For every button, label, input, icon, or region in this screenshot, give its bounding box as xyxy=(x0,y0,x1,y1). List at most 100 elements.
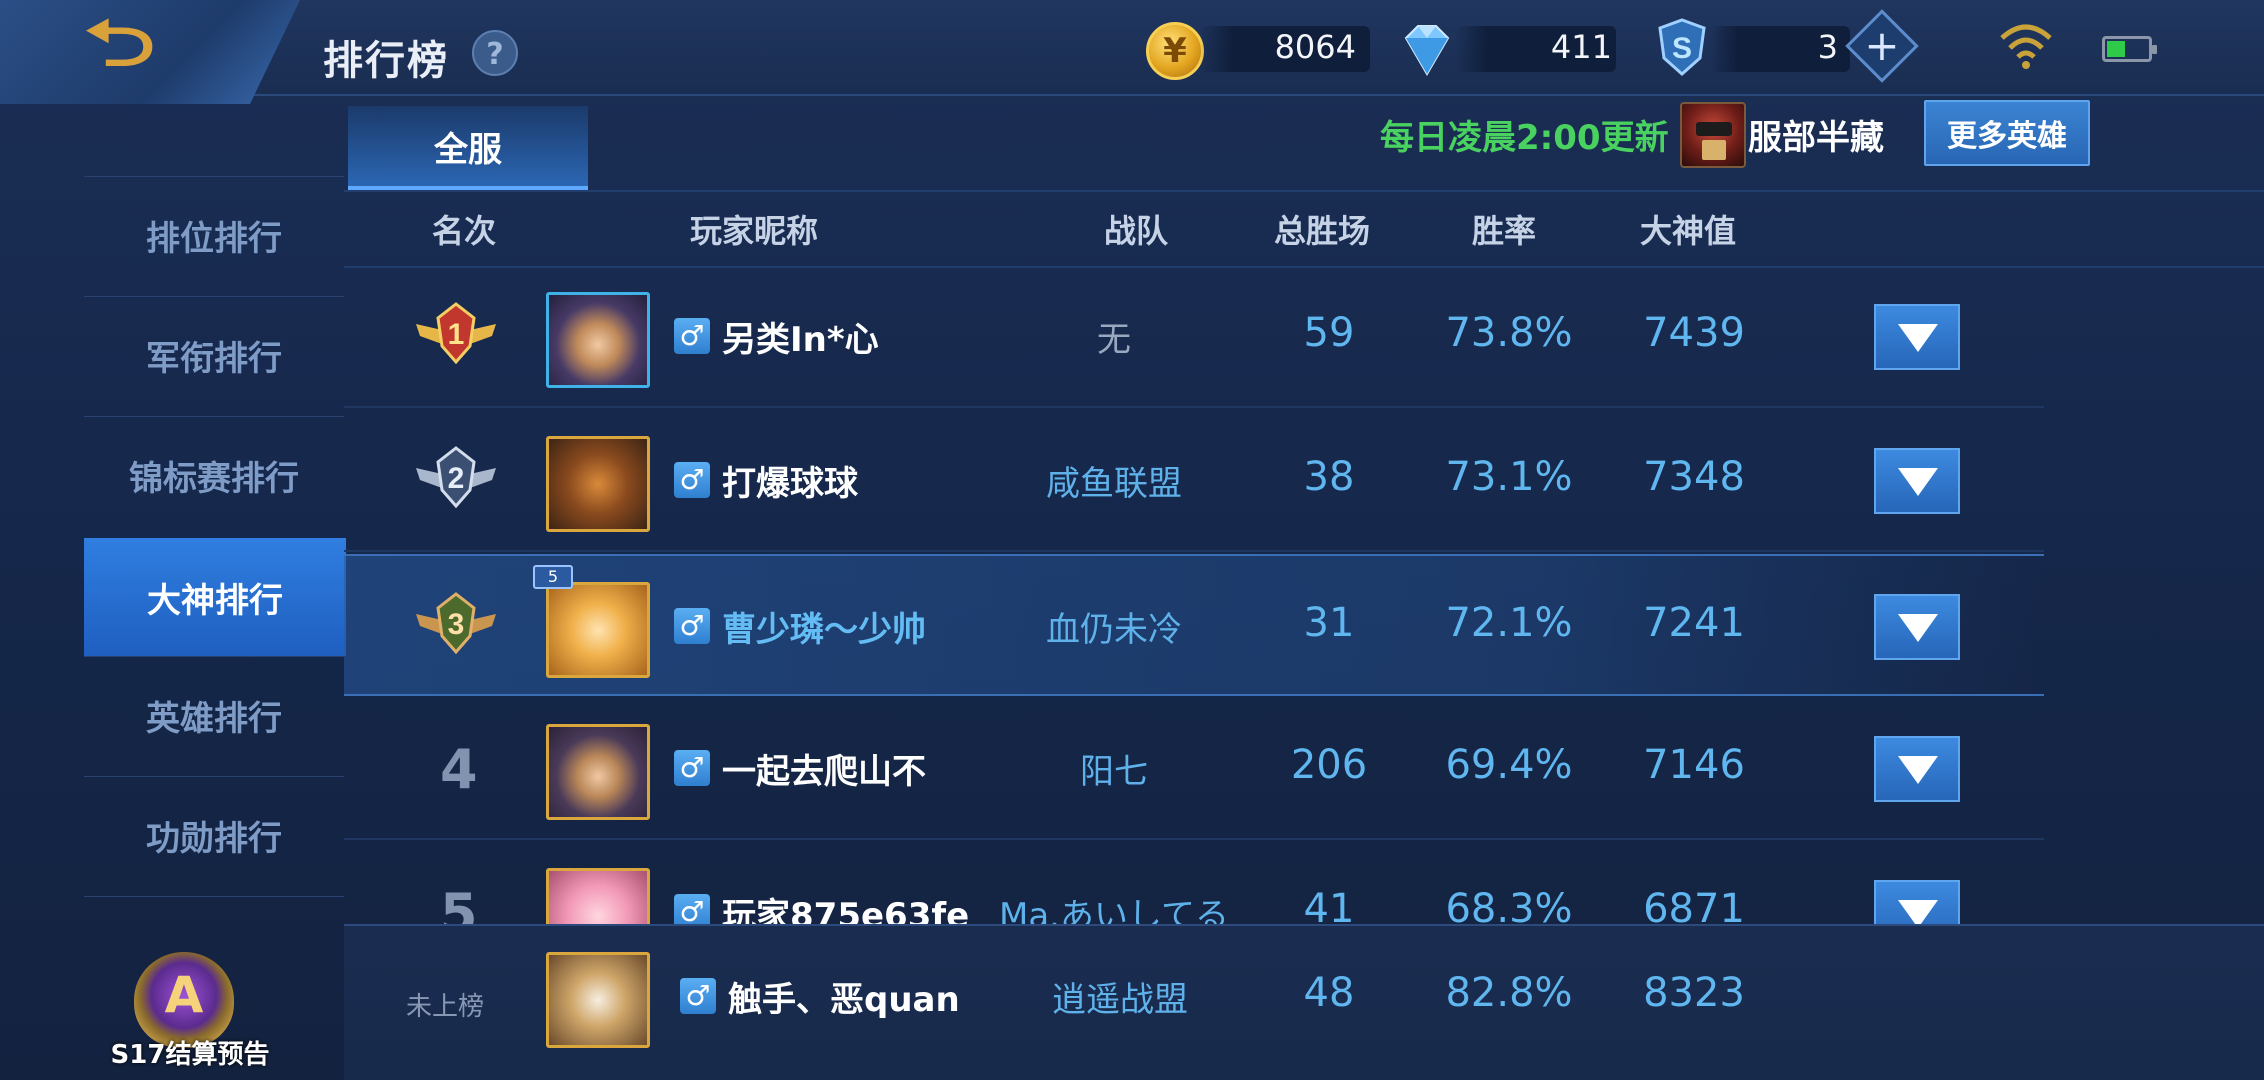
player-team: 血仍未冷 xyxy=(1046,610,1182,650)
player-wins: 41 xyxy=(1303,886,1355,924)
gold-counter: 8064 xyxy=(1200,20,1370,76)
recharge-plus-button[interactable]: + xyxy=(1845,9,1919,83)
battery-icon xyxy=(2102,36,2157,62)
player-wins: 31 xyxy=(1303,600,1355,646)
column-header-nickname: 玩家昵称 xyxy=(690,212,819,250)
player-avatar[interactable] xyxy=(546,868,650,924)
male-gender-icon: ♂ xyxy=(674,608,710,644)
table-row[interactable]: 4 ♂ 一起去爬山不 阳七 206 69.4% 7146 xyxy=(344,698,2044,840)
diamond-value: 411 xyxy=(1550,28,1612,66)
my-wins: 48 xyxy=(1303,970,1355,1016)
my-nickname: 触手、恶quan xyxy=(728,980,960,1020)
my-winrate: 82.8% xyxy=(1445,970,1573,1016)
top-bar: ⮌ 排行榜 ? ¥ 8064 411 S 3 + xyxy=(0,0,2264,104)
rank-number: 4 xyxy=(440,738,478,801)
expand-row-button[interactable] xyxy=(1874,594,1960,660)
season-settlement-badge[interactable]: A S17结算预告 xyxy=(100,952,280,1080)
sidebar-item-merit[interactable]: 功勋排行 xyxy=(84,776,344,894)
player-winrate: 68.3% xyxy=(1445,886,1573,924)
diamond-icon xyxy=(1404,25,1450,76)
page-title: 排行榜 xyxy=(323,38,449,84)
hero-avatar[interactable] xyxy=(1680,102,1746,168)
sidebar-item-master[interactable]: 大神排行 xyxy=(84,538,346,656)
update-note: 每日凌晨2:00更新 xyxy=(1380,118,1669,158)
player-winrate: 73.1% xyxy=(1445,454,1573,500)
player-avatar[interactable] xyxy=(546,292,650,388)
player-score: 6871 xyxy=(1643,886,1745,924)
expand-row-button[interactable] xyxy=(1874,304,1960,370)
my-team: 逍遥战盟 xyxy=(1052,980,1188,1020)
silver-medal-icon: 2 xyxy=(416,446,496,509)
player-nickname: 玩家875e63fe xyxy=(722,896,970,924)
diamond-counter: 411 xyxy=(1456,20,1616,76)
player-winrate: 72.1% xyxy=(1445,600,1573,646)
table-row[interactable]: 3 5 ♂ 曹少璘～少帅 血仍未冷 31 72.1% 7241 xyxy=(344,554,2044,696)
more-heroes-button[interactable]: 更多英雄 xyxy=(1924,100,2090,166)
back-button[interactable]: ⮌ xyxy=(0,0,300,104)
gold-value: 8064 xyxy=(1274,28,1356,66)
player-avatar[interactable] xyxy=(546,724,650,820)
my-score: 8323 xyxy=(1643,970,1745,1016)
male-gender-icon: ♂ xyxy=(674,318,710,354)
player-winrate: 73.8% xyxy=(1445,310,1573,356)
my-rank-bar: 未上榜 ♂ 触手、恶quan 逍遥战盟 48 82.8% 8323 xyxy=(344,924,2264,1080)
expand-row-button[interactable] xyxy=(1874,880,1960,924)
plus-icon: + xyxy=(1864,21,1900,70)
sidebar-item-military-rank[interactable]: 军衔排行 xyxy=(84,296,344,414)
column-header-winrate: 胜率 xyxy=(1472,212,1537,250)
hero-name: 服部半藏 xyxy=(1748,118,1884,158)
player-score: 7348 xyxy=(1643,454,1745,500)
player-avatar[interactable] xyxy=(546,436,650,532)
table-row[interactable]: 5 ♂ 玩家875e63fe Ma.あいしてる 41 68.3% 6871 xyxy=(344,842,2044,924)
column-header-team: 战队 xyxy=(1104,212,1169,250)
player-team: Ma.あいしてる xyxy=(999,896,1229,924)
help-button[interactable]: ? xyxy=(472,30,518,76)
player-winrate: 69.4% xyxy=(1445,742,1573,788)
player-nickname: 一起去爬山不 xyxy=(722,752,926,792)
ticket-counter: 3 xyxy=(1710,20,1850,76)
tab-all-servers[interactable]: 全服 xyxy=(348,106,588,190)
player-wins: 206 xyxy=(1290,742,1368,788)
ranking-list: 1 ♂ 另类In*心 无 59 73.8% 7439 2 ♂ 打爆球球 咸鱼联盟… xyxy=(344,266,2264,924)
my-rank-status: 未上榜 xyxy=(406,992,485,1022)
ticket-shield-icon: S xyxy=(1658,18,1706,77)
avatar-level-badge: 5 xyxy=(533,565,573,589)
leaderboard-screen: ⮌ 排行榜 ? ¥ 8064 411 S 3 + 排位排行 军衔排行 锦标赛排行… xyxy=(0,0,2264,1080)
my-avatar[interactable] xyxy=(546,952,650,1048)
player-team: 咸鱼联盟 xyxy=(1046,464,1182,504)
column-header-wins: 总胜场 xyxy=(1274,212,1371,250)
player-team: 阳七 xyxy=(1080,752,1148,792)
wifi-icon xyxy=(2000,24,2052,69)
svg-text:3: 3 xyxy=(448,608,465,641)
bronze-medal-icon: 3 xyxy=(416,592,496,655)
player-nickname: 打爆球球 xyxy=(722,464,858,504)
table-row[interactable]: 1 ♂ 另类In*心 无 59 73.8% 7439 xyxy=(344,266,2044,408)
column-header-rank: 名次 xyxy=(432,212,497,250)
player-nickname: 曹少璘～少帅 xyxy=(722,610,926,650)
svg-text:S: S xyxy=(1672,32,1692,65)
sidebar-item-ranked[interactable]: 排位排行 xyxy=(84,176,344,294)
leaderboard-panel: 全服 每日凌晨2:00更新 服部半藏 更多英雄 名次 玩家昵称 战队 总胜场 胜… xyxy=(344,96,2264,1080)
ticket-value: 3 xyxy=(1817,28,1838,66)
male-gender-icon: ♂ xyxy=(674,894,710,924)
svg-text:1: 1 xyxy=(448,318,465,351)
column-header-score: 大神值 xyxy=(1640,212,1737,250)
player-score: 7439 xyxy=(1643,310,1745,356)
player-wins: 38 xyxy=(1303,454,1355,500)
gold-medal-icon: 1 xyxy=(416,302,496,365)
sidebar-item-tournament[interactable]: 锦标赛排行 xyxy=(84,416,344,534)
expand-row-button[interactable] xyxy=(1874,736,1960,802)
player-nickname: 另类In*心 xyxy=(722,320,879,360)
table-row[interactable]: 2 ♂ 打爆球球 咸鱼联盟 38 73.1% 7348 xyxy=(344,410,2044,552)
svg-text:2: 2 xyxy=(448,462,465,495)
player-wins: 59 xyxy=(1303,310,1355,356)
male-gender-icon: ♂ xyxy=(680,978,716,1014)
sidebar-item-survival[interactable]: 生存赛季排行 xyxy=(84,896,344,936)
sidebar-item-hero[interactable]: 英雄排行 xyxy=(84,656,344,774)
male-gender-icon: ♂ xyxy=(674,462,710,498)
expand-row-button[interactable] xyxy=(1874,448,1960,514)
season-label: S17结算预告 xyxy=(110,1040,270,1070)
rank-number: 5 xyxy=(440,882,478,924)
player-score: 7241 xyxy=(1643,600,1745,646)
player-avatar[interactable]: 5 xyxy=(533,565,650,678)
